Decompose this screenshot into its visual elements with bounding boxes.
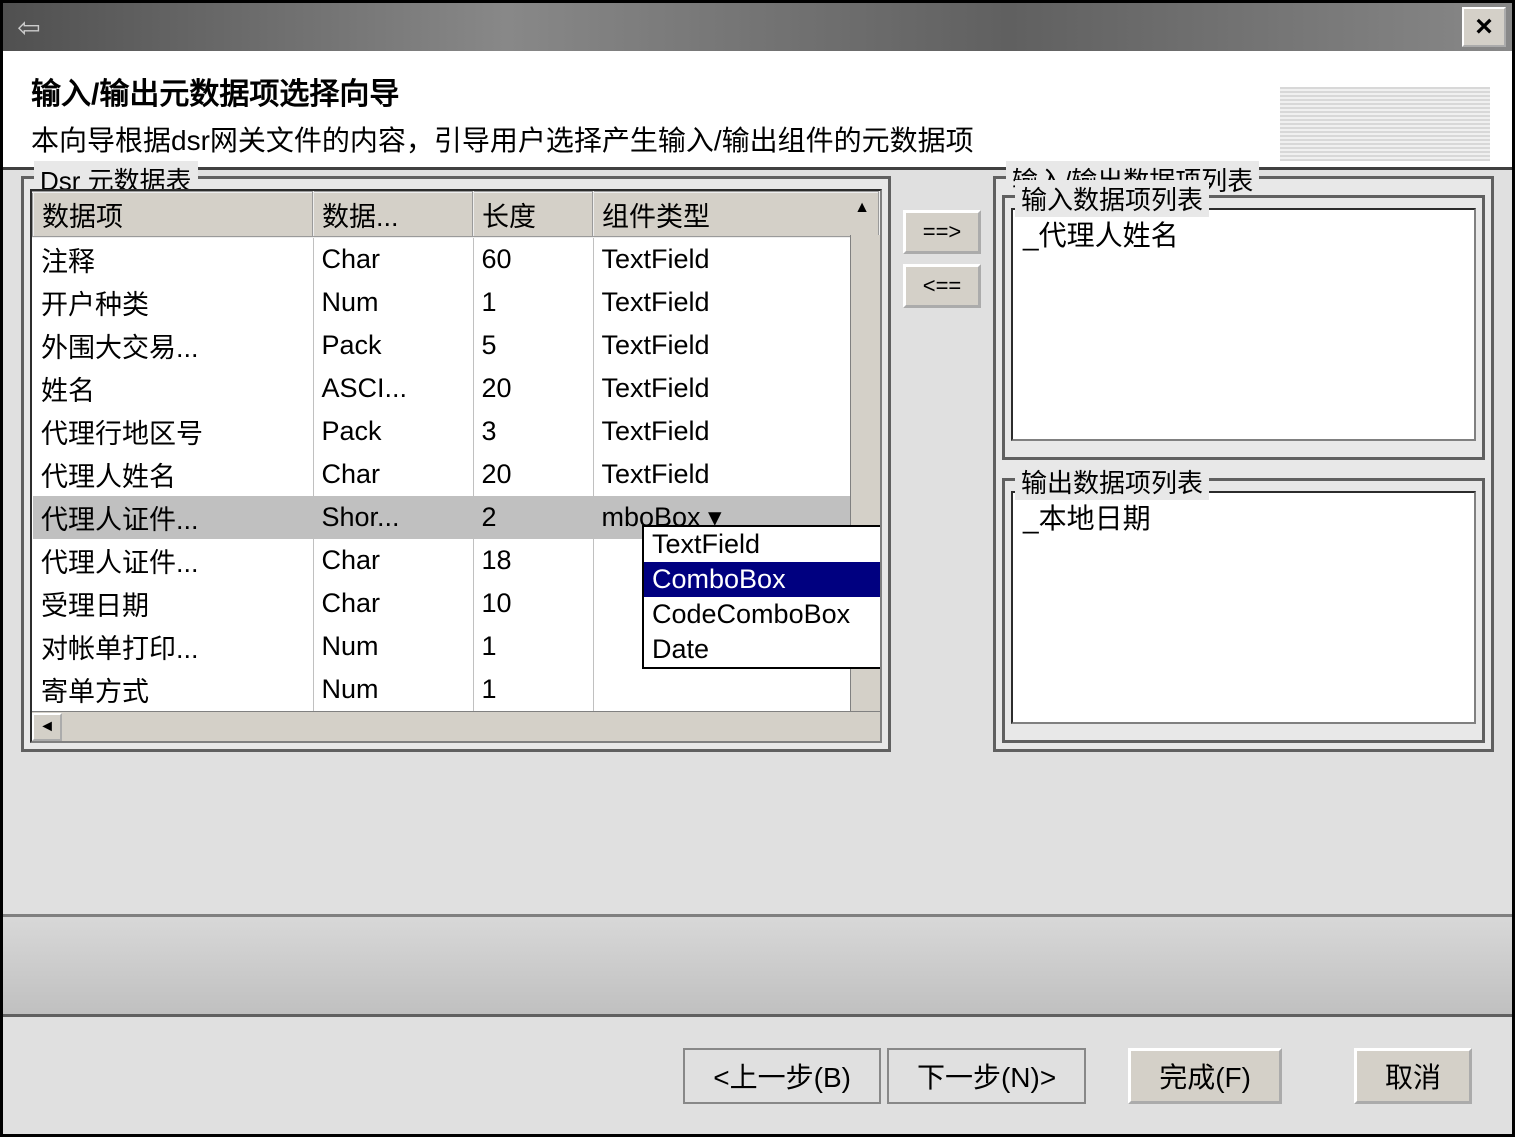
- header-decoration: [1280, 87, 1490, 161]
- col-component-type[interactable]: 组件类型: [593, 192, 879, 237]
- move-right-button[interactable]: ==>: [903, 210, 981, 254]
- dropdown-option[interactable]: TextField: [644, 527, 882, 562]
- close-button[interactable]: ×: [1462, 7, 1506, 47]
- table-row[interactable]: 代理行地区号Pack3TextField: [33, 410, 879, 453]
- finish-button[interactable]: 完成(F): [1128, 1048, 1282, 1104]
- dropdown-option[interactable]: ComboBox: [644, 562, 882, 597]
- col-data-item[interactable]: 数据项: [33, 192, 313, 237]
- wizard-window: ⇦ × 输入/输出元数据项选择向导 本向导根据dsr网关文件的内容，引导用户选择…: [0, 0, 1515, 1137]
- next-button[interactable]: 下一步(N)>: [887, 1048, 1086, 1104]
- table-row[interactable]: 外围大交易...Pack5TextField: [33, 324, 879, 367]
- transfer-buttons: ==> <==: [903, 176, 981, 914]
- col-data-type[interactable]: 数据...: [313, 192, 473, 237]
- move-left-button[interactable]: <==: [903, 264, 981, 308]
- output-list[interactable]: _本地日期: [1011, 491, 1476, 724]
- table-row[interactable]: 寄单方式Num1: [33, 668, 879, 711]
- page-description: 本向导根据dsr网关文件的内容，引导用户选择产生输入/输出组件的元数据项: [31, 123, 1484, 159]
- footer: <上一步(B) 下一步(N)> 完成(F) 取消: [3, 1014, 1512, 1134]
- dropdown-option[interactable]: CodeComboBox: [644, 597, 882, 632]
- output-list-group: 输出数据项列表 _本地日期: [1002, 478, 1485, 743]
- header: 输入/输出元数据项选择向导 本向导根据dsr网关文件的内容，引导用户选择产生输入…: [3, 51, 1512, 170]
- table-row[interactable]: 姓名ASCI...20TextField: [33, 367, 879, 410]
- body: Dsr 元数据表 数据项 数据... 长度 组件类型 注释Char60TextF…: [3, 170, 1512, 914]
- table-row[interactable]: 注释Char60TextField: [33, 237, 879, 281]
- page-title: 输入/输出元数据项选择向导: [31, 69, 1484, 113]
- input-list[interactable]: _代理人姓名: [1011, 208, 1476, 441]
- component-type-dropdown[interactable]: TextFieldComboBoxCodeComboBoxDate: [642, 525, 882, 669]
- dropdown-option[interactable]: Date: [644, 632, 882, 667]
- metadata-table-container: 数据项 数据... 长度 组件类型 注释Char60TextField开户种类N…: [30, 189, 882, 743]
- cancel-button[interactable]: 取消: [1354, 1048, 1472, 1104]
- back-button[interactable]: <上一步(B): [683, 1048, 881, 1104]
- dsr-metadata-table-group: Dsr 元数据表 数据项 数据... 长度 组件类型 注释Char60TextF…: [21, 176, 891, 752]
- footer-spacer: [3, 914, 1512, 1014]
- output-legend: 输出数据项列表: [1015, 463, 1209, 500]
- list-item[interactable]: _代理人姓名: [1023, 214, 1464, 254]
- scroll-left-icon[interactable]: ◄: [32, 713, 62, 741]
- table-row[interactable]: 代理人姓名Char20TextField: [33, 453, 879, 496]
- horizontal-scrollbar[interactable]: ◄: [32, 711, 880, 741]
- io-list-group: 输入/输出数据项列表 输入数据项列表 _代理人姓名 输出数据项列表 _本地日期: [993, 176, 1494, 752]
- titlebar: ⇦ ×: [3, 3, 1512, 51]
- col-length[interactable]: 长度: [473, 192, 593, 237]
- input-legend: 输入数据项列表: [1015, 180, 1209, 217]
- back-icon[interactable]: ⇦: [9, 9, 49, 45]
- table-row[interactable]: 开户种类Num1TextField: [33, 281, 879, 324]
- input-list-group: 输入数据项列表 _代理人姓名: [1002, 195, 1485, 460]
- list-item[interactable]: _本地日期: [1023, 497, 1464, 537]
